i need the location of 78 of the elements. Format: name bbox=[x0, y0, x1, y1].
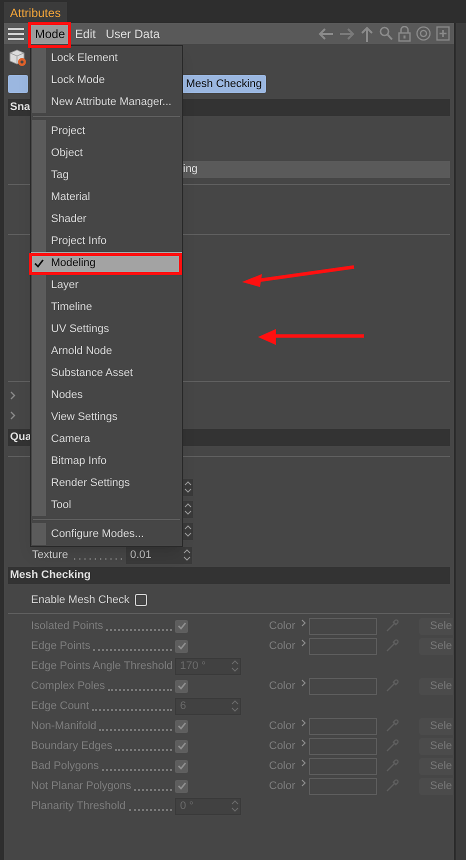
spinner-button[interactable] bbox=[183, 478, 193, 496]
dot-leader bbox=[108, 689, 172, 691]
field-label: Texture bbox=[32, 548, 68, 563]
section-header: Mesh Checking bbox=[8, 567, 450, 584]
eyedropper-icon[interactable] bbox=[385, 779, 399, 793]
checkbox[interactable] bbox=[175, 780, 188, 792]
chevron-right-icon[interactable] bbox=[301, 679, 307, 687]
highlight-box bbox=[28, 22, 71, 48]
chevron-right-icon[interactable] bbox=[10, 410, 16, 420]
eyedropper-icon[interactable] bbox=[385, 679, 399, 693]
menu-item[interactable]: Layer bbox=[31, 274, 182, 296]
eyedropper-icon[interactable] bbox=[385, 639, 399, 653]
chevron-right-icon[interactable] bbox=[301, 619, 307, 627]
menu-item[interactable]: Tool bbox=[31, 494, 182, 516]
chevron-right-icon[interactable] bbox=[301, 759, 307, 767]
panel-tab[interactable]: Attributes bbox=[4, 2, 67, 23]
tab-button[interactable] bbox=[8, 75, 28, 93]
spinner-button[interactable] bbox=[183, 500, 193, 518]
menu-item[interactable]: User Data bbox=[100, 23, 165, 44]
dot-leader bbox=[115, 749, 172, 751]
checkbox[interactable] bbox=[175, 720, 188, 732]
menu-item[interactable]: Bitmap Info bbox=[31, 450, 182, 472]
menu-item[interactable]: Render Settings bbox=[31, 472, 182, 494]
menu-item[interactable]: Edit bbox=[70, 23, 101, 44]
add-panel-icon[interactable] bbox=[436, 26, 450, 41]
eyedropper-icon[interactable] bbox=[385, 719, 399, 733]
menu-item[interactable]: Configure Modes... bbox=[31, 523, 182, 545]
menu-icon[interactable] bbox=[8, 28, 24, 40]
spinner-icon bbox=[231, 799, 239, 813]
dot-leader bbox=[106, 629, 172, 631]
up-arrow-icon[interactable] bbox=[360, 26, 374, 42]
checkmark-icon bbox=[34, 258, 44, 268]
menu-item[interactable]: View Settings bbox=[31, 406, 182, 428]
back-arrow-icon[interactable] bbox=[318, 26, 334, 40]
menu-item[interactable]: Shader bbox=[31, 208, 182, 230]
menu-item[interactable]: Nodes bbox=[31, 384, 182, 406]
checkbox[interactable] bbox=[175, 680, 188, 692]
spinner-button[interactable] bbox=[183, 522, 193, 540]
menu-item[interactable]: Project bbox=[31, 120, 182, 142]
menu-item[interactable]: Project Info bbox=[31, 230, 182, 252]
search-icon[interactable] bbox=[379, 26, 393, 41]
cube-gear-icon bbox=[8, 48, 28, 68]
chevron-right-icon[interactable] bbox=[301, 719, 307, 727]
menu-item[interactable]: Object bbox=[31, 142, 182, 164]
menu-item[interactable]: Arnold Node bbox=[31, 340, 182, 362]
checkbox[interactable] bbox=[175, 640, 188, 652]
checkbox[interactable] bbox=[175, 740, 188, 752]
chevron-right-icon[interactable] bbox=[301, 779, 307, 787]
tab[interactable]: Mesh Checking bbox=[182, 75, 266, 93]
eyedropper-icon[interactable] bbox=[385, 619, 399, 633]
chevron-right-icon[interactable] bbox=[301, 639, 307, 647]
checkbox[interactable] bbox=[175, 760, 188, 772]
spinner-icon bbox=[183, 548, 192, 562]
menu-item[interactable]: Tag bbox=[31, 164, 182, 186]
menu-item[interactable]: UV Settings bbox=[31, 318, 182, 340]
eyedropper-icon[interactable] bbox=[385, 759, 399, 773]
dot-leader bbox=[102, 769, 172, 771]
dot-leader bbox=[134, 789, 172, 791]
dot-leader bbox=[128, 809, 172, 811]
eyedropper-icon[interactable] bbox=[385, 739, 399, 753]
number-field[interactable]: 0.01 bbox=[126, 546, 192, 564]
menu-item[interactable]: Timeline bbox=[31, 296, 182, 318]
text-field[interactable]: ing bbox=[180, 161, 450, 178]
forward-arrow-icon[interactable] bbox=[339, 26, 355, 40]
checkbox[interactable] bbox=[135, 594, 148, 606]
checkbox[interactable] bbox=[175, 620, 188, 632]
spinner-icon bbox=[231, 659, 239, 673]
checkbox-label: Enable Mesh Check bbox=[31, 592, 130, 608]
chevron-right-icon[interactable] bbox=[301, 739, 307, 747]
menu-item[interactable]: Material bbox=[31, 186, 182, 208]
menu-item[interactable]: Lock Mode bbox=[31, 69, 182, 91]
chevron-right-icon[interactable] bbox=[10, 390, 16, 400]
target-icon[interactable] bbox=[416, 26, 431, 41]
spinner-icon bbox=[231, 699, 239, 713]
dot-leader bbox=[72, 558, 122, 560]
menu-item[interactable]: Substance Asset bbox=[31, 362, 182, 384]
menu-item[interactable]: Lock Element bbox=[31, 47, 182, 69]
lock-icon[interactable] bbox=[398, 26, 411, 42]
